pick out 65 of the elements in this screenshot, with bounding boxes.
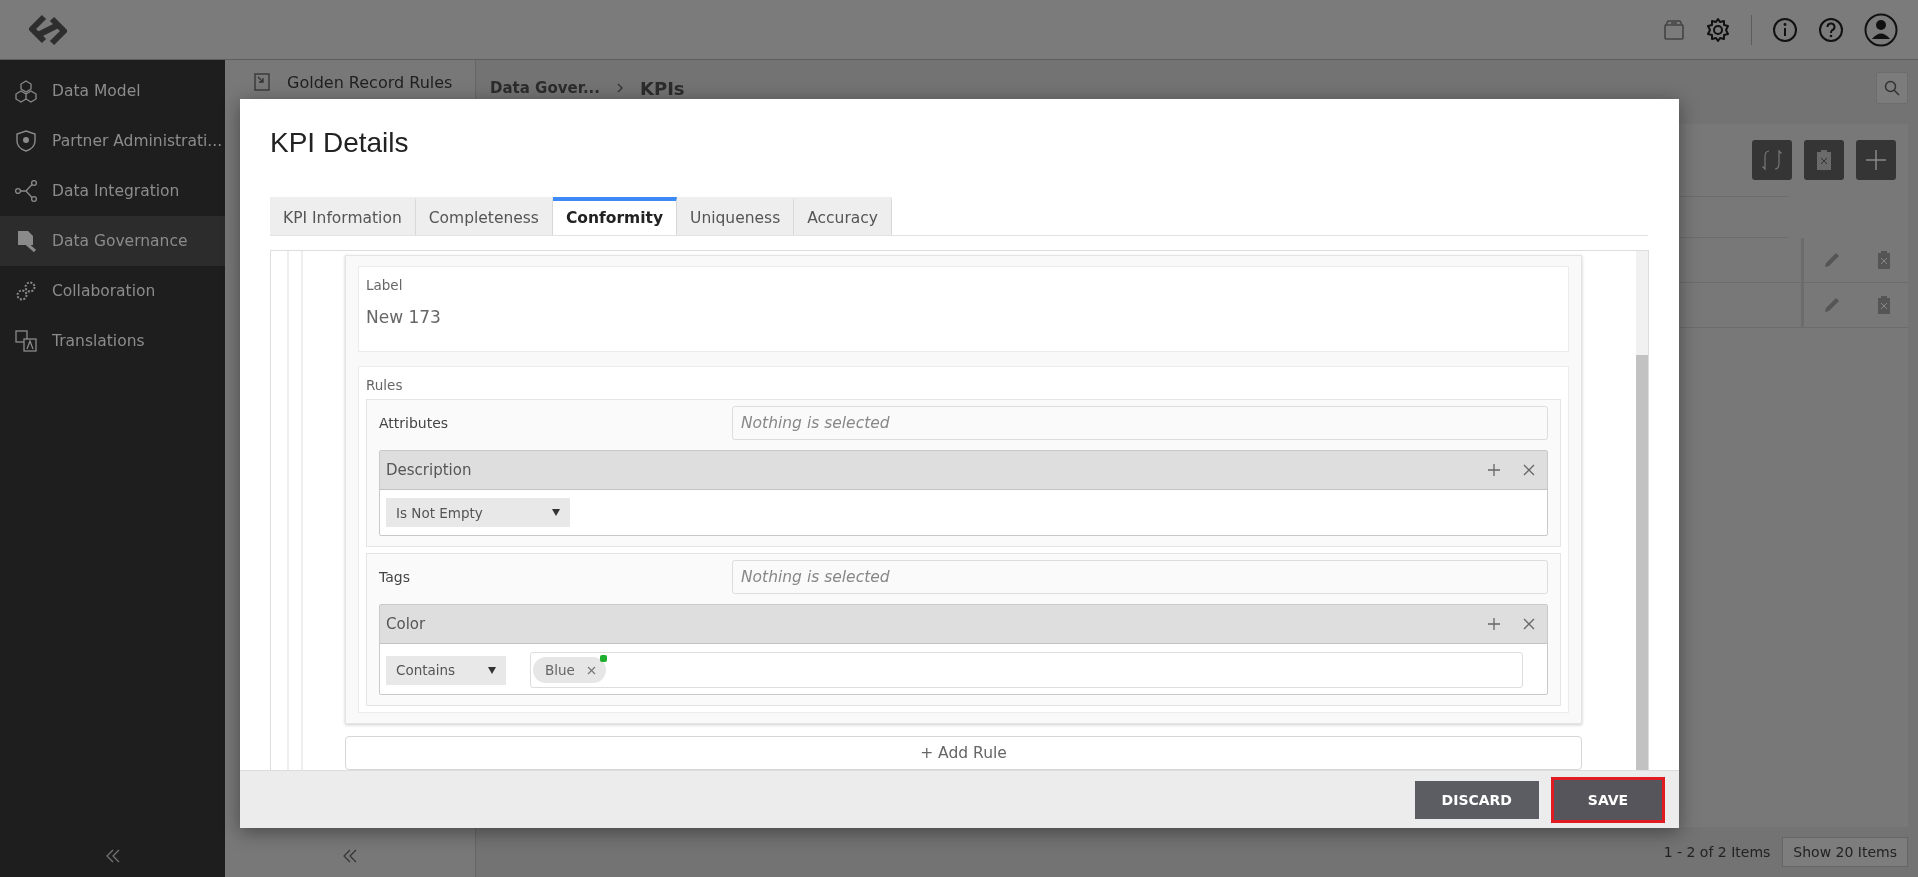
package-icon[interactable]	[1663, 18, 1685, 41]
translate-icon	[14, 329, 38, 353]
close-icon[interactable]	[1523, 464, 1535, 476]
document-icon	[253, 72, 273, 92]
group-title: Attributes	[379, 415, 450, 431]
shield-icon	[14, 129, 38, 153]
refresh-button[interactable]	[1752, 140, 1792, 180]
trash-icon[interactable]	[1876, 250, 1891, 270]
dialog-title: KPI Details	[270, 127, 410, 160]
plus-icon[interactable]	[1487, 617, 1501, 631]
sidebar-item[interactable]: Data Model	[0, 66, 225, 116]
tab[interactable]: Uniqueness	[677, 197, 795, 235]
refresh-icon	[1762, 149, 1782, 171]
add-rule-button[interactable]: + Add Rule	[345, 736, 1582, 770]
caret-icon	[552, 509, 560, 516]
value-field[interactable]: Blue	[530, 652, 1523, 688]
tag-chip[interactable]: Blue	[533, 657, 606, 683]
trash-icon	[1816, 149, 1832, 171]
section-title: Rules	[366, 377, 404, 393]
help-icon[interactable]	[1818, 16, 1844, 43]
remove-icon[interactable]	[586, 665, 596, 675]
delete-button[interactable]	[1804, 140, 1844, 180]
collapse-icon[interactable]	[342, 849, 358, 863]
search-icon	[1884, 80, 1900, 96]
save-button[interactable]: SAVE	[1551, 776, 1665, 823]
collapse-icon[interactable]	[104, 849, 121, 863]
caret-icon	[488, 666, 496, 674]
sidebar-item[interactable]: Translations	[0, 316, 225, 366]
field-label: Label	[366, 277, 404, 293]
pagination-summary: 1 - 2 of 2 Items	[1663, 844, 1771, 860]
tab[interactable]: Accuracy	[794, 197, 892, 235]
label-value[interactable]: New 173	[366, 307, 1561, 341]
breadcrumb-item[interactable]: Data Gover...	[490, 79, 600, 97]
subnav-item[interactable]: Golden Record Rules	[225, 60, 453, 92]
chevron-icon	[616, 83, 624, 93]
close-icon[interactable]	[1523, 618, 1535, 630]
sidebar-item[interactable]: Data Governance	[0, 216, 225, 266]
tab[interactable]: KPI Information	[270, 197, 416, 235]
operator-dropdown[interactable]: Contains	[386, 655, 506, 685]
scrollbar[interactable]	[1636, 251, 1648, 770]
discard-button[interactable]: DISCARD	[1414, 780, 1539, 819]
group-title: Tags	[379, 569, 411, 585]
plus-icon	[1865, 149, 1887, 171]
select-field[interactable]: Nothing is selected	[732, 560, 1548, 594]
user-avatar-icon[interactable]	[1864, 12, 1898, 47]
plus-icon[interactable]	[1487, 463, 1501, 477]
sidebar-item[interactable]: Partner Administrati...	[0, 116, 225, 166]
condition-title: Color	[386, 615, 427, 633]
select-field[interactable]: Nothing is selected	[732, 406, 1548, 440]
search-button[interactable]	[1876, 72, 1908, 104]
settings-icon[interactable]	[1705, 16, 1731, 43]
nodes-icon	[14, 179, 38, 203]
tab[interactable]: Completeness	[415, 197, 553, 235]
trash-icon[interactable]	[1876, 295, 1891, 315]
condition-title: Description	[386, 461, 473, 479]
tab[interactable]: Conformity	[552, 197, 678, 235]
page-size-button[interactable]: Show 20 Items	[1782, 837, 1908, 867]
add-button[interactable]	[1856, 140, 1896, 180]
info-icon[interactable]	[1772, 16, 1798, 43]
sidebar-item[interactable]: Data Integration	[0, 166, 225, 216]
subnav-label: Golden Record Rules	[287, 72, 453, 92]
operator-dropdown[interactable]: Is Not Empty	[386, 498, 570, 527]
sidebar-item[interactable]: Collaboration	[0, 266, 225, 316]
breadcrumb-item: KPIs	[640, 77, 685, 99]
cubes-icon	[14, 79, 38, 103]
